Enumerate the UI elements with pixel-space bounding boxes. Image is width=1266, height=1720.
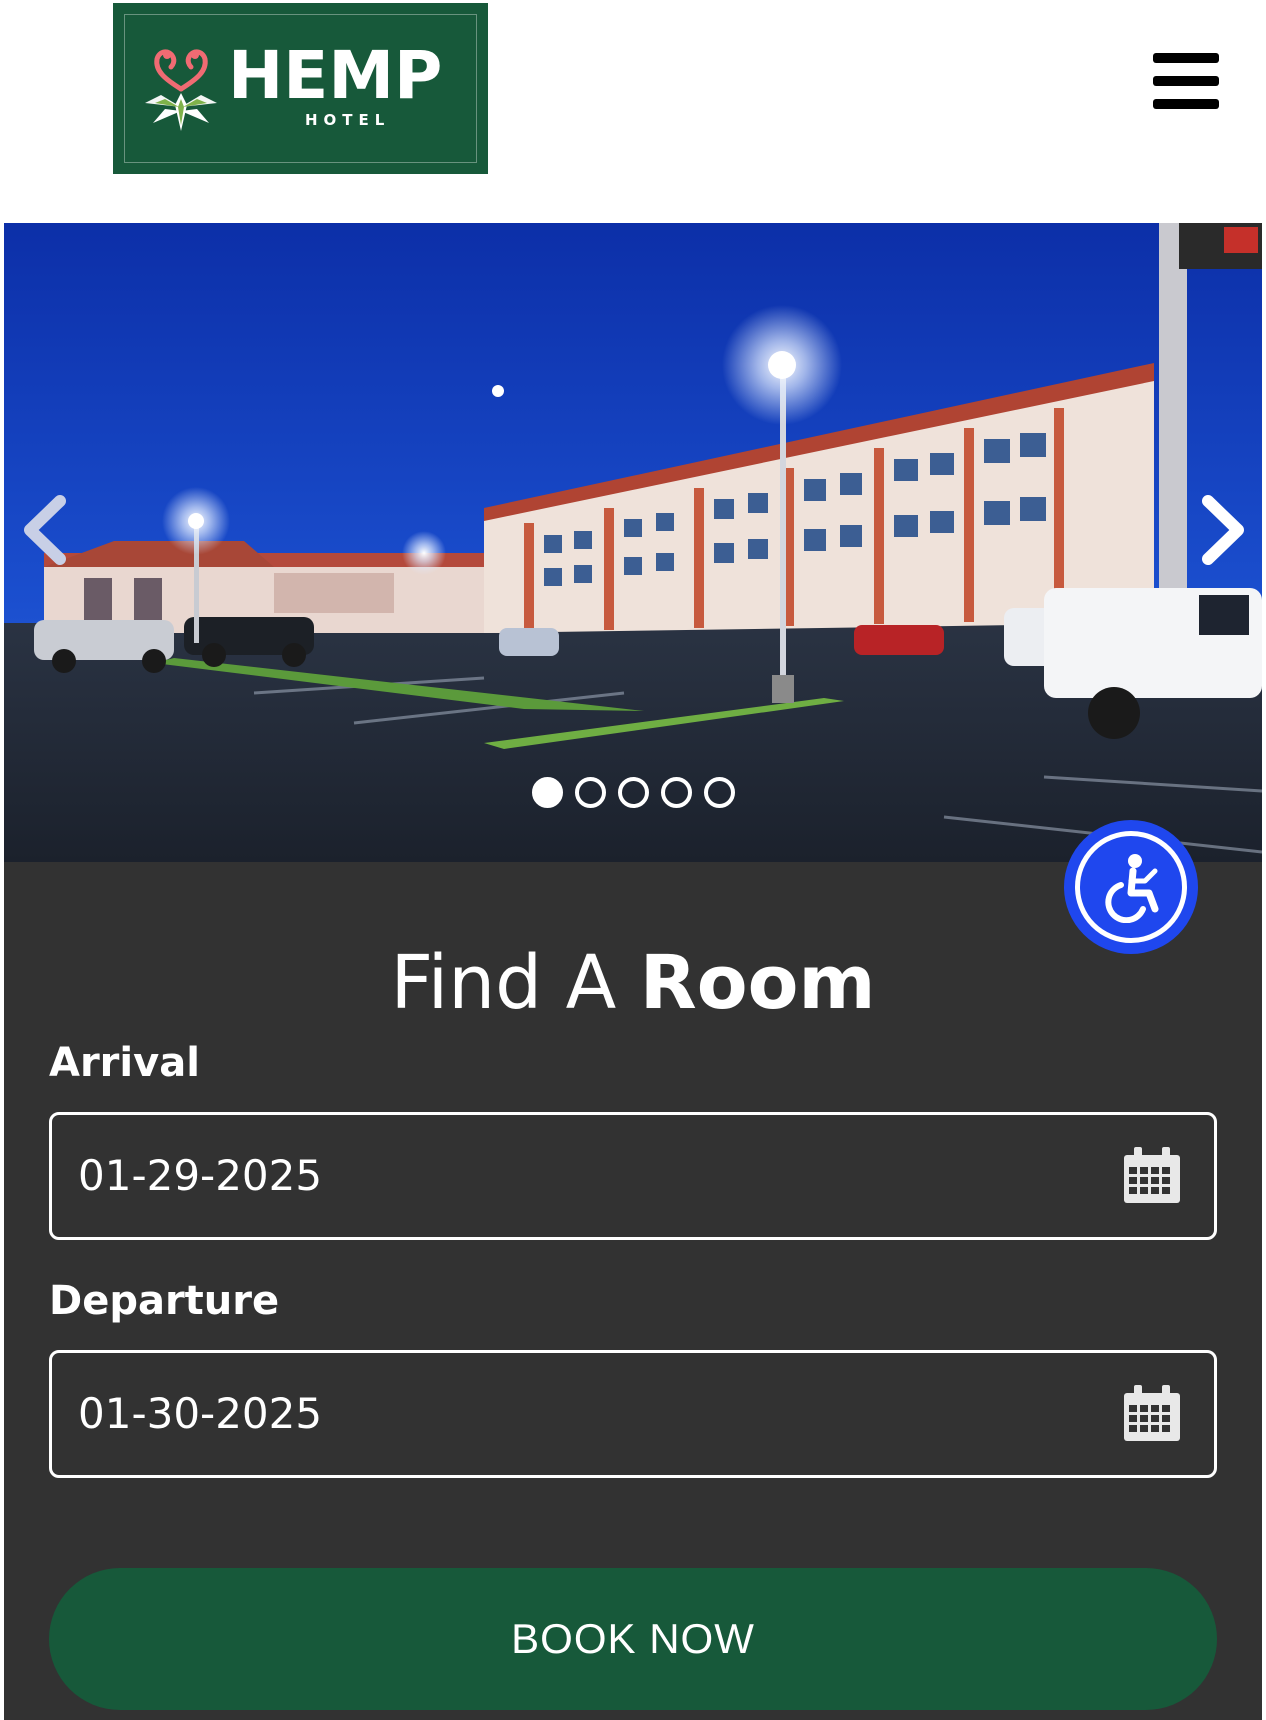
arrival-date-field[interactable]: 01-29-2025 [49,1112,1217,1240]
find-room-title: Find A Room [0,938,1266,1028]
carousel-dot-4[interactable] [661,777,692,808]
hotel-exterior-image [4,223,1262,862]
logo-subtitle: HOTEL [305,111,391,129]
accessibility-button[interactable] [1064,820,1198,954]
page: HEMP HOTEL Find A Room Arrival 01-29-202… [0,0,1266,1720]
menu-bar [1153,53,1219,63]
menu-bar [1153,76,1219,86]
title-bold-text: Room [639,940,876,1026]
book-now-button[interactable]: BOOK NOW [49,1568,1217,1710]
flamingo-leaf-emblem-icon [145,49,217,131]
carousel-next-icon[interactable] [1190,495,1250,565]
hero-slider[interactable] [4,223,1262,862]
hamburger-menu-icon[interactable] [1153,52,1219,110]
arrival-date-value: 01-29-2025 [78,1151,323,1200]
carousel-prev-icon[interactable] [18,495,78,565]
logo-wordmark: HEMP [228,37,443,114]
carousel-dot-2[interactable] [575,777,606,808]
title-light-text: Find A [390,940,640,1026]
carousel-dot-5[interactable] [704,777,735,808]
menu-bar [1153,99,1219,109]
calendar-icon[interactable] [1122,1147,1182,1205]
departure-date-field[interactable]: 01-30-2025 [49,1350,1217,1478]
arrival-label: Arrival [49,1040,200,1086]
calendar-icon[interactable] [1122,1385,1182,1443]
wheelchair-accessibility-icon [1075,831,1187,943]
departure-label: Departure [49,1278,280,1324]
hemp-hotel-logo[interactable]: HEMP HOTEL [113,3,488,174]
carousel-indicators [532,777,735,809]
carousel-dot-1[interactable] [532,777,563,808]
carousel-dot-3[interactable] [618,777,649,808]
departure-date-value: 01-30-2025 [78,1389,323,1438]
